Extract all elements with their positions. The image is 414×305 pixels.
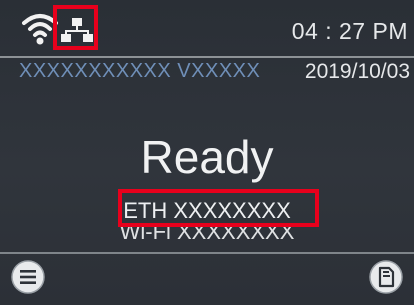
status-ready: Ready xyxy=(140,131,274,183)
network-icon-highlight xyxy=(53,5,98,50)
status-bar: 04 : 27 PM xyxy=(0,0,414,56)
header-divider xyxy=(0,56,414,58)
menu-icon[interactable] xyxy=(10,259,46,295)
footer-divider xyxy=(0,252,414,254)
clock: 04 : 27 PM xyxy=(291,18,408,44)
model-name: XXXXXXXXXXX VXXXXX xyxy=(19,60,261,82)
document-icon[interactable] xyxy=(368,259,404,295)
printer-display: 04 : 27 PM XXXXXXXXXXX VXXXXX 2019/10/03… xyxy=(0,0,414,305)
eth-address-highlight xyxy=(118,189,319,227)
info-line: XXXXXXXXXXX VXXXXX 2019/10/03 xyxy=(0,60,414,88)
date: 2019/10/03 xyxy=(304,60,410,83)
